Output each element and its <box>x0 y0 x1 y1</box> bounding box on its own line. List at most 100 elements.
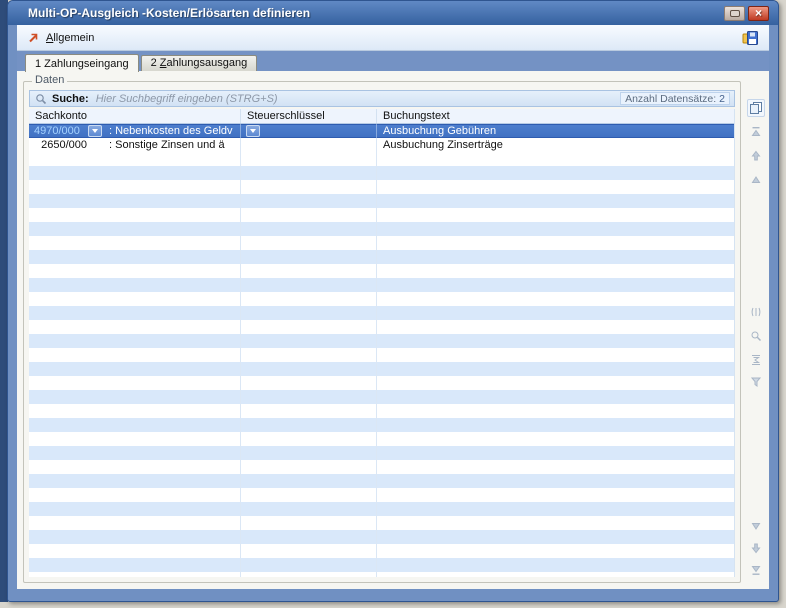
cell-buchungstext <box>377 278 734 292</box>
table-row[interactable] <box>29 502 734 516</box>
cell-buchungstext <box>377 334 734 348</box>
table-row[interactable] <box>29 362 734 376</box>
cell-steuerschluessel <box>241 558 377 572</box>
table-row[interactable] <box>29 194 734 208</box>
table-row[interactable] <box>29 320 734 334</box>
page-down-icon[interactable] <box>747 539 765 557</box>
cell-buchungstext <box>377 376 734 390</box>
table-row[interactable] <box>29 250 734 264</box>
close-button[interactable]: × <box>748 6 769 21</box>
cell-buchungstext <box>377 488 734 502</box>
sachkonto-description: : Sonstige Zinsen und ä <box>109 139 225 151</box>
cell-steuerschluessel <box>241 460 377 474</box>
cell-steuerschluessel <box>241 474 377 488</box>
tab-zahlungsausgang[interactable]: 2 Zahlungsausgang <box>141 55 258 71</box>
scroll-to-top-icon[interactable] <box>747 123 765 141</box>
table-row[interactable] <box>29 404 734 418</box>
column-header-steuerschluessel[interactable]: Steuerschlüssel <box>241 109 377 123</box>
table-row[interactable] <box>29 222 734 236</box>
move-up-icon[interactable] <box>747 171 765 189</box>
title-bar[interactable]: Multi-OP-Ausgleich -Kosten/Erlösarten de… <box>8 1 778 25</box>
title-bar-buttons: × <box>724 6 769 21</box>
window-title: Multi-OP-Ausgleich -Kosten/Erlösarten de… <box>28 6 310 20</box>
cell-buchungstext <box>377 208 734 222</box>
page-up-icon[interactable] <box>747 147 765 165</box>
cell-sachkonto <box>29 236 241 250</box>
move-down-icon[interactable] <box>747 517 765 535</box>
table-row[interactable] <box>29 418 734 432</box>
cell-buchungstext: Ausbuchung Zinserträge <box>377 138 734 152</box>
table-row[interactable] <box>29 278 734 292</box>
cell-sachkonto <box>29 516 241 530</box>
table-row[interactable] <box>29 558 734 572</box>
tab-zahlungseingang[interactable]: 1 Zahlungseingang <box>25 54 139 72</box>
cell-steuerschluessel <box>241 208 377 222</box>
cell-sachkonto <box>29 544 241 558</box>
search-bar[interactable]: Suche: Hier Suchbegriff eingeben (STRG+S… <box>29 90 735 107</box>
menu-allgemein[interactable]: Allgemein <box>27 32 94 44</box>
cell-buchungstext <box>377 502 734 516</box>
table-row[interactable] <box>29 152 734 166</box>
cell-buchungstext <box>377 572 734 577</box>
copy-icon[interactable] <box>747 99 765 117</box>
cell-buchungstext <box>377 446 734 460</box>
restore-icon <box>730 10 740 17</box>
record-count-badge: Anzahl Datensätze: 2 <box>620 92 730 105</box>
table-row[interactable] <box>29 432 734 446</box>
table-row[interactable] <box>29 306 734 320</box>
cell-buchungstext <box>377 404 734 418</box>
cell-steuerschluessel <box>241 278 377 292</box>
cell-steuerschluessel <box>241 222 377 236</box>
table-row[interactable]: 2650/000 : Sonstige Zinsen und ä Ausbuch… <box>29 138 734 152</box>
main-toolbar: Allgemein <box>17 25 769 51</box>
cell-buchungstext <box>377 544 734 558</box>
table-row[interactable] <box>29 390 734 404</box>
table-row[interactable] <box>29 530 734 544</box>
filter-icon[interactable] <box>747 373 765 391</box>
cell-sachkonto <box>29 180 241 194</box>
cell-sachkonto <box>29 488 241 502</box>
daten-groupbox-content: Suche: Hier Suchbegriff eingeben (STRG+S… <box>29 90 735 577</box>
table-row[interactable] <box>29 474 734 488</box>
table-row[interactable] <box>29 460 734 474</box>
cell-sachkonto <box>29 530 241 544</box>
cell-buchungstext <box>377 558 734 572</box>
column-header-buchungstext[interactable]: Buchungstext <box>377 109 734 123</box>
buchungstext-value: Ausbuchung Gebühren <box>377 125 496 137</box>
table-row[interactable] <box>29 264 734 278</box>
restore-button[interactable] <box>724 6 745 21</box>
table-row[interactable] <box>29 236 734 250</box>
table-row[interactable] <box>29 488 734 502</box>
sachkonto-dropdown-button[interactable] <box>88 125 102 137</box>
table-row[interactable] <box>29 334 734 348</box>
column-header-sachkonto[interactable]: Sachkonto <box>29 109 241 123</box>
cell-sachkonto <box>29 502 241 516</box>
table-row[interactable] <box>29 376 734 390</box>
table-row[interactable] <box>29 446 734 460</box>
cell-sachkonto <box>29 418 241 432</box>
table-row[interactable] <box>29 180 734 194</box>
table-row[interactable] <box>29 208 734 222</box>
table-row[interactable] <box>29 544 734 558</box>
cell-steuerschluessel <box>241 362 377 376</box>
sum-icon[interactable] <box>747 351 765 369</box>
scroll-to-bottom-icon[interactable] <box>747 561 765 579</box>
zoom-icon[interactable] <box>747 327 765 345</box>
steuerschluessel-dropdown-button[interactable] <box>246 125 260 137</box>
table-row[interactable] <box>29 516 734 530</box>
table-row[interactable] <box>29 572 734 577</box>
table-row[interactable] <box>29 348 734 362</box>
cell-steuerschluessel <box>241 348 377 362</box>
cell-buchungstext <box>377 264 734 278</box>
cell-buchungstext <box>377 516 734 530</box>
table-row[interactable] <box>29 292 734 306</box>
cell-steuerschluessel <box>241 572 377 577</box>
table-row[interactable] <box>29 166 734 180</box>
cell-sachkonto <box>29 348 241 362</box>
save-button[interactable] <box>742 30 759 46</box>
cell-steuerschluessel <box>241 376 377 390</box>
cell-sachkonto <box>29 334 241 348</box>
cell-buchungstext <box>377 362 734 376</box>
table-row[interactable]: 4970/000 : Nebenkosten des Geldv Ausbuch… <box>29 124 734 138</box>
fit-column-width-icon[interactable] <box>747 303 765 321</box>
